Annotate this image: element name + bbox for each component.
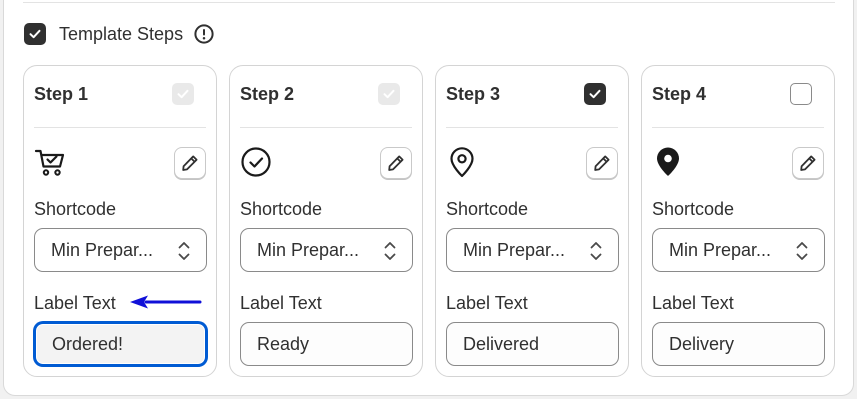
step-card-2: Step 2 Shortcode Min Prepar... Label Tex…	[229, 65, 423, 377]
shortcode-select-value: Min Prepar...	[51, 239, 154, 260]
step-card-4: Step 4 Shortcode Min Prepar... Label Tex…	[641, 65, 835, 377]
step-title: Step 1	[34, 84, 89, 104]
template-steps-checkbox[interactable]	[24, 23, 46, 45]
template-steps-label: Template Steps	[59, 23, 184, 44]
label-text-label: Label Text	[446, 293, 528, 313]
label-text-label: Label Text	[34, 293, 116, 313]
step-card-3: Step 3 Shortcode Min Prepar... Label Tex…	[435, 65, 629, 377]
shortcode-select[interactable]: Min Prepar...	[446, 228, 619, 272]
location-filled-icon	[652, 146, 686, 180]
edit-icon-button[interactable]	[792, 147, 824, 179]
step-enabled-checkbox	[378, 83, 400, 105]
pencil-icon	[388, 155, 404, 171]
shortcode-label: Shortcode	[652, 199, 735, 219]
shortcode-label: Shortcode	[446, 199, 529, 219]
alert-circle-icon[interactable]	[193, 23, 215, 45]
edit-icon-button[interactable]	[380, 147, 412, 179]
location-outline-icon	[446, 146, 480, 180]
select-chevron-icon	[383, 240, 397, 267]
pencil-icon	[594, 155, 610, 171]
card-divider	[240, 127, 412, 128]
step-title: Step 3	[446, 84, 501, 104]
shortcode-select-value: Min Prepar...	[669, 239, 772, 260]
check-circle-icon	[240, 146, 274, 180]
step-card-1: Step 1 Shortcode Min Prepar... Label Tex…	[23, 65, 217, 377]
pencil-icon	[800, 155, 816, 171]
label-text-label: Label Text	[652, 293, 734, 313]
label-text-input[interactable]: Ordered!	[34, 322, 207, 366]
card-divider	[652, 127, 824, 128]
template-steps-row: Template Steps	[24, 22, 215, 46]
top-divider	[23, 2, 835, 3]
shortcode-label: Shortcode	[240, 199, 323, 219]
step-title: Step 2	[240, 84, 295, 104]
annotation-arrow-icon	[130, 294, 204, 315]
label-text-label: Label Text	[240, 293, 322, 313]
edit-icon-button[interactable]	[586, 147, 618, 179]
label-text-input[interactable]: Delivered	[446, 322, 619, 366]
cart-check-icon	[34, 146, 68, 180]
label-text-input[interactable]: Ready	[240, 322, 413, 366]
shortcode-select-value: Min Prepar...	[463, 239, 566, 260]
card-divider	[446, 127, 618, 128]
shortcode-select[interactable]: Min Prepar...	[652, 228, 825, 272]
edit-icon-button[interactable]	[174, 147, 206, 179]
step-enabled-checkbox[interactable]	[584, 83, 606, 105]
shortcode-label: Shortcode	[34, 199, 117, 219]
select-chevron-icon	[795, 240, 809, 267]
shortcode-select-value: Min Prepar...	[257, 239, 360, 260]
step-enabled-checkbox	[172, 83, 194, 105]
step-title: Step 4	[652, 84, 707, 104]
card-divider	[34, 127, 206, 128]
select-chevron-icon	[589, 240, 603, 267]
pencil-icon	[182, 155, 198, 171]
label-text-input[interactable]: Delivery	[652, 322, 825, 366]
step-enabled-checkbox[interactable]	[790, 83, 812, 105]
select-chevron-icon	[177, 240, 191, 267]
shortcode-select[interactable]: Min Prepar...	[240, 228, 413, 272]
shortcode-select[interactable]: Min Prepar...	[34, 228, 207, 272]
